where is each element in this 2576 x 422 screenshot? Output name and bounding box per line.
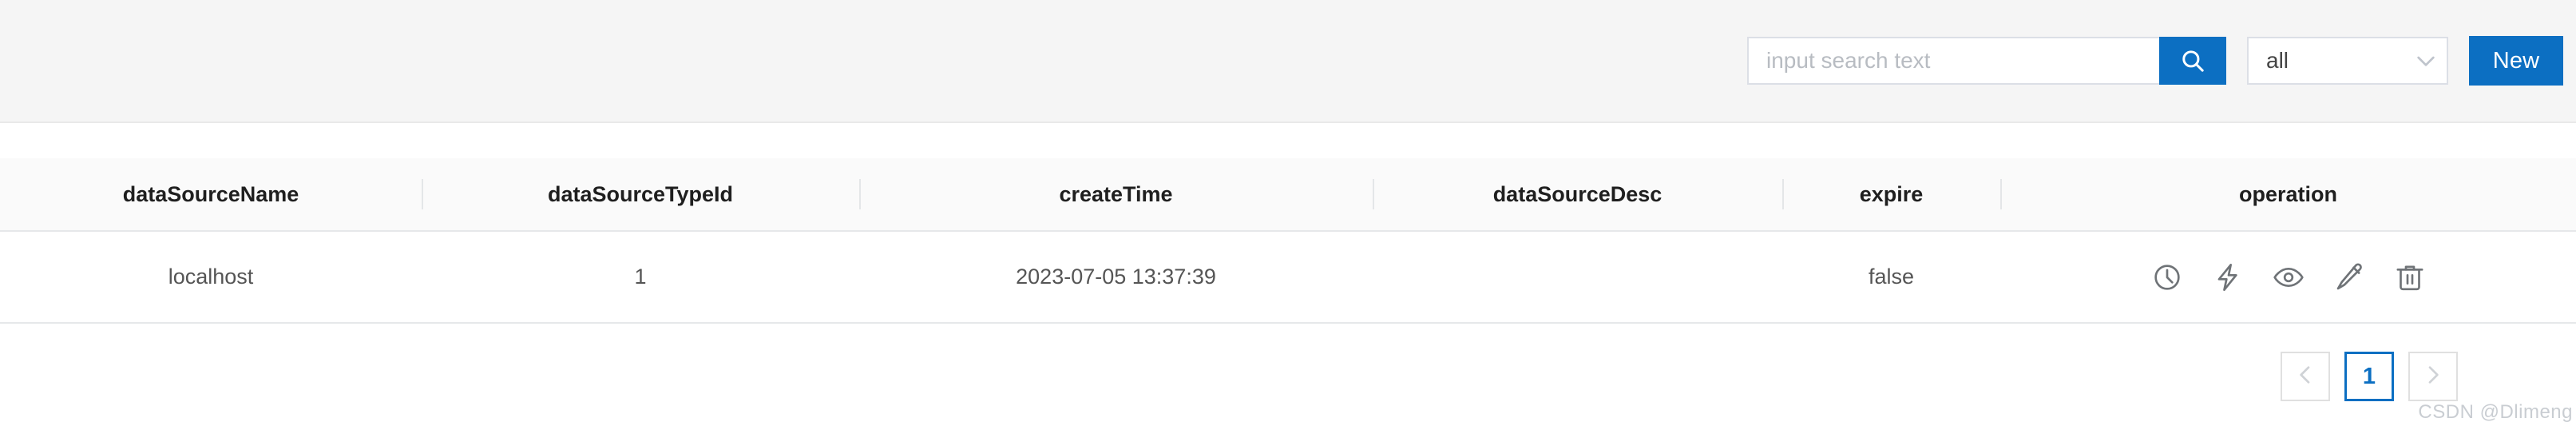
new-button[interactable]: New [2469,36,2563,86]
pencil-icon[interactable] [2332,260,2367,295]
column-header-label: expire [1859,181,1924,206]
column-header-label: operation [2238,181,2337,206]
cell-expire: false [1782,232,2000,322]
pagination-page-1[interactable]: 1 [2344,352,2394,401]
datasource-table: dataSourceName dataSourceTypeId createTi… [0,158,2576,324]
cell-value: false [1868,265,1915,289]
column-header-label: dataSourceTypeId [547,181,734,206]
cell-datasourcename: localhost [0,232,422,322]
search-icon [2179,47,2206,74]
search-button[interactable] [2159,37,2226,85]
pagination-next-button[interactable] [2408,352,2458,401]
cell-datasourcetypeid: 1 [422,232,859,322]
pagination: 1 [2281,352,2458,401]
cell-value: localhost [168,265,254,289]
filter-select[interactable]: all [2247,37,2448,85]
column-header-datasourcetypeid[interactable]: dataSourceTypeId [422,158,859,230]
column-header-datasourcename[interactable]: dataSourceName [0,158,422,230]
chevron-down-icon [2405,48,2447,74]
history-clock-icon[interactable] [2150,260,2185,295]
row-action-group [2150,260,2427,295]
column-header-label: dataSourceDesc [1492,181,1663,206]
column-header-label: dataSourceName [122,181,299,206]
column-header-datasourcedesc[interactable]: dataSourceDesc [1373,158,1782,230]
search-input[interactable] [1747,37,2159,85]
cell-operation [2000,232,2576,322]
chevron-right-icon [2420,362,2446,392]
column-header-createtime[interactable]: createTime [859,158,1373,230]
table-header-row: dataSourceName dataSourceTypeId createTi… [0,158,2576,232]
cell-value: 2023-07-05 13:37:39 [1016,265,1216,289]
column-header-expire[interactable]: expire [1782,158,2000,230]
chevron-left-icon [2293,362,2318,392]
lightning-bolt-icon[interactable] [2210,260,2245,295]
table-footer: 1 CSDN @Dlimeng [0,328,2576,422]
search-group [1747,37,2226,85]
datasource-list-page: all New dataSourceName dataSourceTypeId … [0,0,2576,422]
table-row[interactable]: localhost 1 2023-07-05 13:37:39 false [0,232,2576,324]
cell-createtime: 2023-07-05 13:37:39 [859,232,1373,322]
trash-icon[interactable] [2392,260,2427,295]
column-header-operation[interactable]: operation [2000,158,2576,230]
toolbar: all New [0,0,2576,123]
toolbar-actions: all New [1747,0,2576,121]
pagination-prev-button[interactable] [2281,352,2330,401]
eye-icon[interactable] [2271,260,2306,295]
filter-select-value: all [2266,48,2289,73]
watermark: CSDN @Dlimeng [2418,401,2573,422]
column-header-label: createTime [1059,181,1173,206]
cell-datasourcedesc [1373,232,1782,322]
cell-value: 1 [634,265,647,289]
